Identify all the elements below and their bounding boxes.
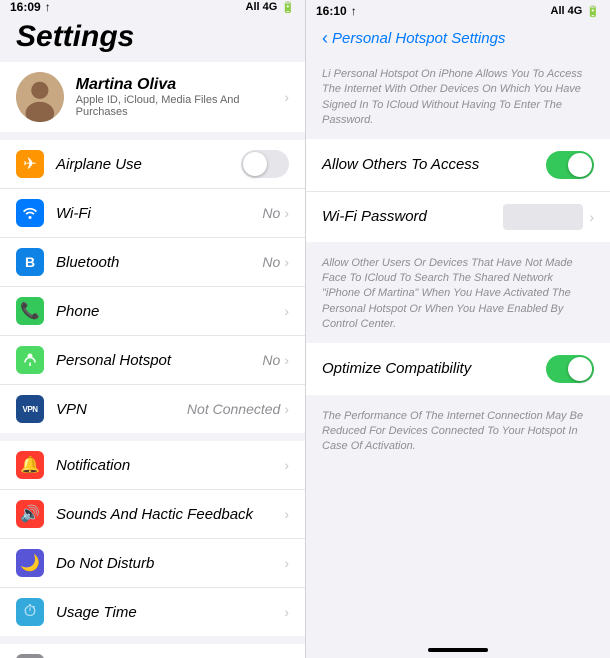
wifi-value: No: [262, 205, 280, 221]
notification-item[interactable]: 🔔 Notification ›: [0, 441, 305, 490]
right-content: Li Personal Hotspot On iPhone Allows You…: [306, 57, 610, 642]
wifi-item[interactable]: Wi-Fi No ›: [0, 189, 305, 238]
airplane-icon: ✈: [16, 150, 44, 178]
allow-access-toggle[interactable]: [546, 151, 594, 179]
sounds-icon: 🔊: [16, 500, 44, 528]
dnd-chevron: ›: [284, 555, 289, 571]
intro-block: Li Personal Hotspot On iPhone Allows You…: [306, 57, 610, 139]
vpn-icon: VPN: [16, 395, 44, 423]
hotspot-settings-group: Allow Others To Access Wi-Fi Password ›: [306, 139, 610, 242]
optimize-label: Optimize Compatibility: [322, 360, 471, 377]
phone-item[interactable]: 📞 Phone ›: [0, 287, 305, 336]
home-indicator: [428, 648, 488, 652]
password-chevron: ›: [589, 209, 594, 225]
description-text-1: Allow Other Users Or Devices That Have N…: [322, 257, 573, 331]
right-panel: 16:10 ↑ All 4G 🔋 ‹ Personal Hotspot Sett…: [305, 0, 610, 658]
general-item[interactable]: ⚙ General ›: [0, 644, 305, 658]
arrow-icon-right: ↑: [351, 4, 357, 18]
usage-icon: ⏱: [16, 598, 44, 626]
time-right: 16:10: [316, 4, 347, 18]
description-text-2: The Performance Of The Internet Connecti…: [322, 410, 583, 453]
dnd-icon: 🌙: [16, 549, 44, 577]
usage-chevron: ›: [284, 604, 289, 620]
right-page-title: Personal Hotspot Settings: [332, 30, 505, 47]
notification-label: Notification: [56, 457, 130, 474]
hotspot-chevron: ›: [284, 352, 289, 368]
vpn-label: VPN: [56, 401, 87, 418]
vpn-value: Not Connected: [187, 401, 280, 417]
airplane-toggle[interactable]: [241, 150, 289, 178]
hotspot-icon: [16, 346, 44, 374]
signal-left: All 4G: [246, 1, 278, 13]
battery-left: 🔋: [281, 1, 295, 14]
back-button[interactable]: ‹: [322, 28, 328, 49]
signal-right: All 4G: [551, 5, 583, 17]
profile-chevron: ›: [284, 89, 289, 105]
avatar: [16, 72, 64, 122]
vpn-chevron: ›: [284, 401, 289, 417]
settings-group-connectivity: ✈ Airplane Use Wi-Fi No ›: [0, 140, 305, 433]
wifi-chevron: ›: [284, 205, 289, 221]
optimize-item[interactable]: Optimize Compatibility: [306, 343, 610, 395]
bluetooth-label: Bluetooth: [56, 254, 119, 271]
bluetooth-chevron: ›: [284, 254, 289, 270]
battery-right: 🔋: [586, 5, 600, 18]
general-icon: ⚙: [16, 654, 44, 658]
hotspot-label: Personal Hotspot: [56, 352, 171, 369]
dnd-item[interactable]: 🌙 Do Not Disturb ›: [0, 539, 305, 588]
phone-label: Phone: [56, 303, 99, 320]
airplane-item[interactable]: ✈ Airplane Use: [0, 140, 305, 189]
optimize-group: Optimize Compatibility: [306, 343, 610, 395]
wifi-label: Wi-Fi: [56, 205, 91, 222]
bluetooth-icon: B: [16, 248, 44, 276]
notification-icon: 🔔: [16, 451, 44, 479]
phone-chevron: ›: [284, 303, 289, 319]
settings-title: Settings: [0, 14, 305, 62]
description-block-2: The Performance Of The Internet Connecti…: [306, 403, 610, 465]
usage-label: Usage Time: [56, 604, 137, 621]
time-left: 16:09: [10, 0, 41, 14]
phone-icon: 📞: [16, 297, 44, 325]
wifi-icon: [16, 199, 44, 227]
profile-name: Martina Oliva: [76, 76, 285, 94]
settings-group-general: ⚙ General › ▦ Control Center › AA Screen…: [0, 644, 305, 658]
password-field[interactable]: [503, 204, 583, 230]
sounds-item[interactable]: 🔊 Sounds And Hactic Feedback ›: [0, 490, 305, 539]
wifi-password-label: Wi-Fi Password: [322, 208, 427, 225]
profile-subtitle: Apple ID, iCloud, Media Files And Purcha…: [76, 94, 285, 118]
allow-access-label: Allow Others To Access: [322, 156, 479, 173]
description-block-1: Allow Other Users Or Devices That Have N…: [306, 250, 610, 343]
bluetooth-item[interactable]: B Bluetooth No ›: [0, 238, 305, 287]
left-panel: 16:09 ↑ All 4G 🔋 Settings Martina Oliva …: [0, 0, 305, 658]
arrow-icon: ↑: [45, 0, 51, 14]
intro-text: Li Personal Hotspot On iPhone Allows You…: [322, 68, 582, 126]
usage-item[interactable]: ⏱ Usage Time ›: [0, 588, 305, 636]
optimize-toggle[interactable]: [546, 355, 594, 383]
wifi-password-item[interactable]: Wi-Fi Password ›: [306, 192, 610, 242]
back-chevron-icon: ‹: [322, 28, 328, 49]
airplane-label: Airplane Use: [56, 156, 142, 173]
notification-chevron: ›: [284, 457, 289, 473]
profile-row[interactable]: Martina Oliva Apple ID, iCloud, Media Fi…: [0, 62, 305, 132]
hotspot-value: No: [262, 352, 280, 368]
sounds-chevron: ›: [284, 506, 289, 522]
settings-group-notifications: 🔔 Notification › 🔊 Sounds And Hactic Fee…: [0, 441, 305, 636]
sounds-label: Sounds And Hactic Feedback: [56, 506, 253, 523]
allow-access-item[interactable]: Allow Others To Access: [306, 139, 610, 192]
hotspot-item[interactable]: Personal Hotspot No ›: [0, 336, 305, 385]
dnd-label: Do Not Disturb: [56, 555, 154, 572]
right-navbar: ‹ Personal Hotspot Settings: [306, 22, 610, 57]
vpn-item[interactable]: VPN VPN Not Connected ›: [0, 385, 305, 433]
bluetooth-value: No: [262, 254, 280, 270]
status-bar-left: 16:09 ↑ All 4G 🔋: [0, 0, 305, 14]
status-bar-right: 16:10 ↑ All 4G 🔋: [306, 0, 610, 22]
